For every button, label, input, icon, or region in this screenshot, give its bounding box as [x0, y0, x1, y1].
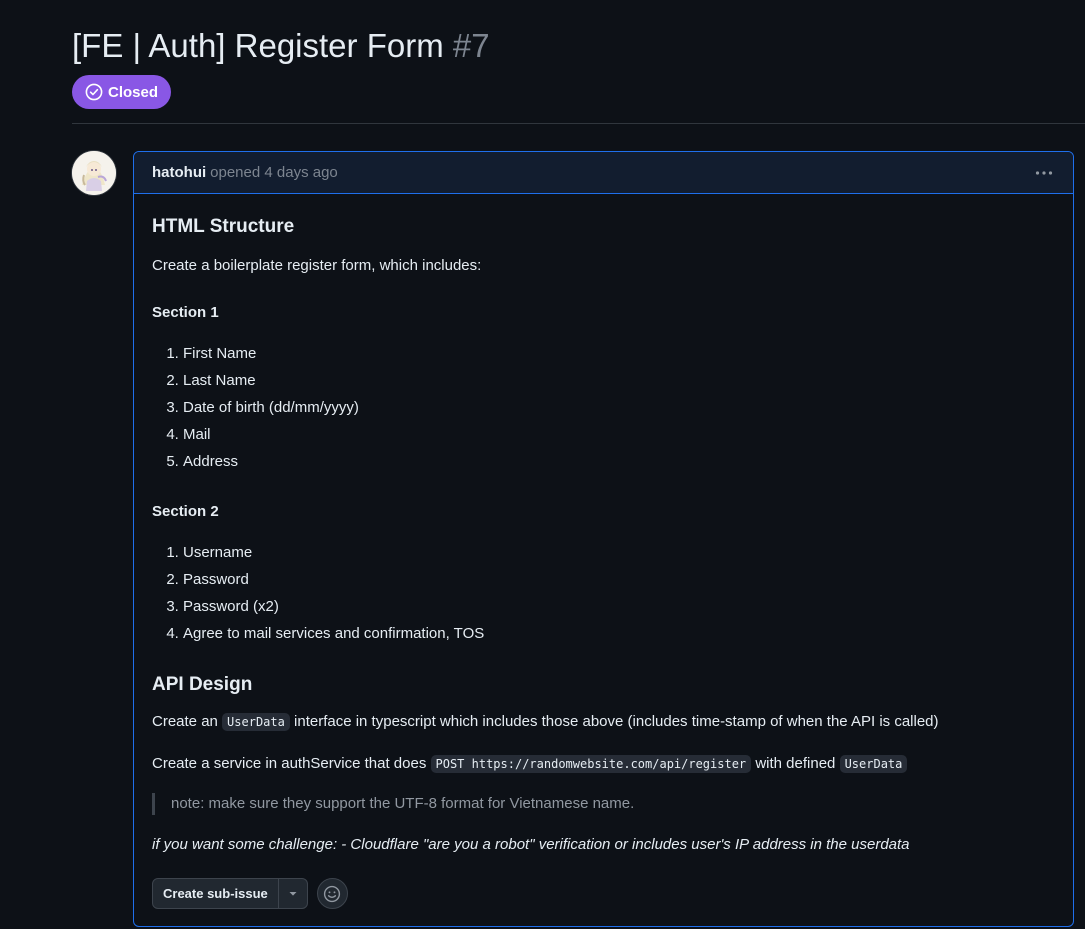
note-blockquote: note: make sure they support the UTF-8 f… [152, 793, 1055, 815]
comment-author[interactable]: hatohui [152, 164, 206, 181]
create-subissue-split-button: Create sub-issue [152, 878, 308, 909]
section1-title: Section 1 [152, 304, 219, 321]
intro-paragraph: Create a boilerplate register form, whic… [152, 257, 482, 274]
issue-title: [FE | Auth] Register Form #7 [72, 24, 490, 68]
issue-comment: hatohui opened 4 days ago HTML Structure… [133, 151, 1074, 927]
interface-suffix: interface in typescript which includes t… [294, 713, 939, 730]
interface-prefix: Create an [152, 713, 218, 730]
list-item: Agree to mail services and confirmation,… [183, 620, 1055, 647]
section2-list: Username Password Password (x2) Agree to… [152, 539, 1055, 647]
comment-body: HTML Structure Create a boilerplate regi… [134, 194, 1073, 856]
section1-list: First Name Last Name Date of birth (dd/m… [152, 340, 1055, 475]
list-item: Address [183, 448, 1055, 475]
userdata-code: UserData [839, 755, 908, 773]
challenge-paragraph: if you want some challenge: - Cloudflare… [152, 836, 910, 853]
service-middle: with defined [755, 755, 836, 772]
interface-paragraph: Create an UserData interface in typescri… [152, 711, 1055, 733]
endpoint-code: POST https://randomwebsite.com/api/regis… [430, 755, 752, 773]
issue-page: [FE | Auth] Register Form #7 Closed hato… [0, 0, 1085, 929]
comment-actions: Create sub-issue [152, 878, 348, 909]
list-item: Password (x2) [183, 593, 1055, 620]
create-subissue-dropdown-button[interactable] [279, 879, 307, 908]
list-item: Last Name [183, 367, 1055, 394]
create-subissue-button[interactable]: Create sub-issue [153, 879, 279, 908]
list-item: Mail [183, 421, 1055, 448]
list-item: Username [183, 539, 1055, 566]
heading-html-structure: HTML Structure [152, 216, 295, 237]
issue-title-text: [FE | Auth] Register Form [72, 27, 444, 64]
comment-options-button[interactable] [1033, 162, 1055, 184]
service-prefix: Create a service in authService that doe… [152, 755, 427, 772]
issue-closed-icon [85, 83, 103, 101]
kebab-horizontal-icon [1035, 170, 1053, 175]
triangle-down-icon [289, 891, 297, 896]
smiley-icon [324, 885, 341, 902]
header-divider [72, 123, 1085, 124]
list-item: First Name [183, 340, 1055, 367]
list-item: Date of birth (dd/mm/yyyy) [183, 394, 1055, 421]
avatar[interactable] [72, 151, 116, 195]
list-item: Password [183, 566, 1055, 593]
status-badge-label: Closed [108, 83, 159, 101]
service-paragraph: Create a service in authService that doe… [152, 753, 1055, 775]
add-reaction-button[interactable] [316, 878, 348, 909]
section2-title: Section 2 [152, 503, 219, 520]
comment-timestamp[interactable]: opened 4 days ago [210, 164, 338, 181]
heading-api-design: API Design [152, 674, 253, 695]
comment-header: hatohui opened 4 days ago [134, 152, 1073, 194]
issue-number: #7 [452, 27, 490, 64]
status-badge: Closed [72, 75, 172, 109]
userdata-code: UserData [222, 713, 290, 731]
